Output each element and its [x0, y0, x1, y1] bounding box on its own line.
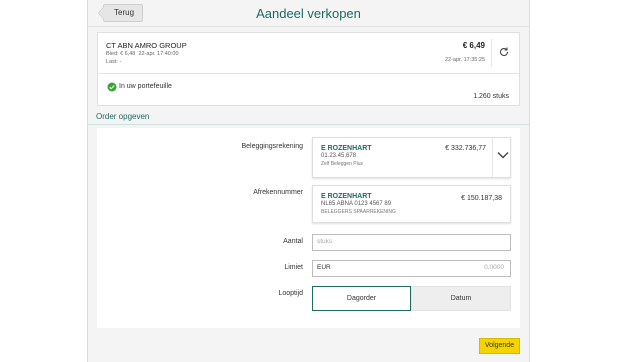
- investment-account-balance: € 332.736,77: [445, 145, 486, 152]
- bid-value: € 6,48: [120, 51, 136, 57]
- settlement-account-iban: NL65 ABNA 0123 4567 89: [321, 201, 392, 207]
- duration-option-dagorder[interactable]: Dagorder: [312, 286, 411, 311]
- investment-account-number: 01.23.45.678: [321, 153, 357, 159]
- limit-placeholder: 0,0000: [484, 264, 504, 271]
- last-value: -: [119, 59, 122, 65]
- quantity-label: Aantal: [283, 238, 303, 245]
- limit-currency: EUR: [317, 264, 331, 271]
- chevron-down-icon[interactable]: [496, 150, 510, 160]
- bid-label: Bied:: [106, 51, 119, 57]
- header-divider: [87, 26, 530, 27]
- order-section-divider: [87, 124, 530, 125]
- investment-account-label: Beleggingsrekening: [241, 143, 304, 150]
- last-info: Last: -: [106, 59, 121, 65]
- limit-label: Limiet: [284, 264, 303, 271]
- settlement-account-type: BELEGGERS SPAARREKENING: [321, 209, 396, 215]
- bid-info: Bied: € 6,48 22-apr. 17:40:00: [106, 51, 179, 57]
- refresh-divider: [491, 39, 492, 67]
- limit-input[interactable]: EUR 0,0000: [312, 260, 511, 277]
- refresh-icon[interactable]: [498, 46, 510, 58]
- settlement-account-name: E ROZENHART: [321, 193, 372, 200]
- settlement-account-label: Afrekennummer: [253, 189, 303, 196]
- duration-label: Looptijd: [278, 290, 303, 297]
- dropdown-divider: [492, 138, 493, 177]
- duration-option-datum[interactable]: Datum: [411, 286, 511, 311]
- security-price-time: 22-apr. 17:35:25: [444, 57, 485, 63]
- order-section-title: Order opgeven: [96, 112, 150, 121]
- investment-account-select[interactable]: E ROZENHART 01.23.45.678 Zelf Beleggen P…: [312, 137, 511, 178]
- portfolio-quantity: 1.260 stuks: [473, 93, 509, 100]
- page-title: Aandeel verkopen: [256, 6, 361, 21]
- quantity-placeholder: stuks: [317, 238, 333, 245]
- security-card: CT ABN AMRO GROUP Bied: € 6,48 22-apr. 1…: [97, 32, 520, 106]
- investment-account-name: E ROZENHART: [321, 145, 372, 152]
- investment-account-type: Zelf Beleggen Plus: [321, 161, 363, 167]
- check-circle-icon: [107, 82, 117, 92]
- card-divider: [98, 73, 519, 74]
- security-name: CT ABN AMRO GROUP: [106, 41, 187, 50]
- settlement-account-balance: € 150.187,38: [461, 195, 502, 202]
- portfolio-status: In uw portefeuille: [119, 83, 172, 90]
- quantity-input[interactable]: stuks: [312, 234, 511, 251]
- last-label: Last:: [106, 59, 118, 65]
- security-price: € 6,49: [462, 41, 485, 50]
- next-button[interactable]: Volgende: [479, 338, 520, 354]
- settlement-account-card: E ROZENHART NL65 ABNA 0123 4567 89 BELEG…: [312, 185, 511, 223]
- bid-time: 22-apr. 17:40:00: [138, 51, 179, 57]
